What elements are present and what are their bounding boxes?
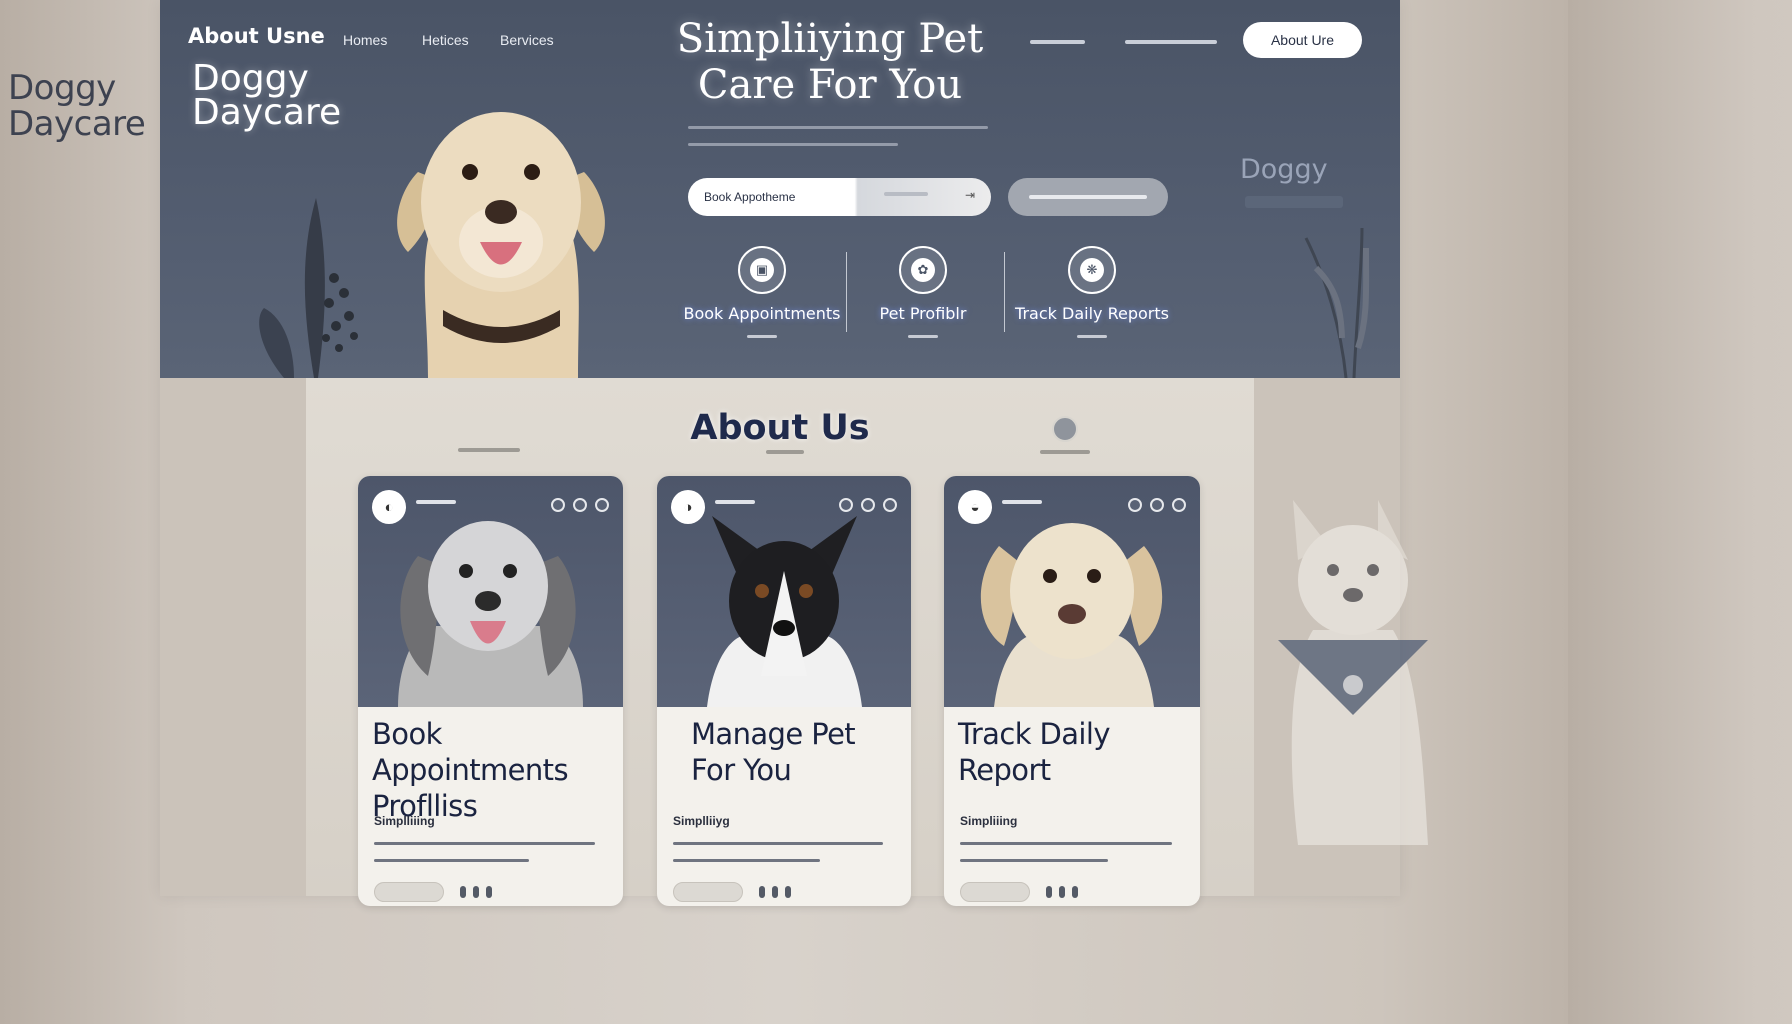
card-title: Book Appointments Proflliss — [372, 716, 613, 824]
nav-services-link[interactable]: Bervices — [500, 32, 554, 48]
about-section: About Us ◐ Book Appointments Proflliss S… — [306, 378, 1254, 906]
sitting-dog-illustration — [1278, 500, 1428, 845]
action-icon — [1172, 498, 1186, 512]
card-pill-button[interactable] — [374, 882, 444, 902]
secondary-pill-button[interactable] — [1008, 178, 1168, 216]
action-icon — [883, 498, 897, 512]
nav-meta-1[interactable] — [1030, 40, 1085, 44]
feature-book-appointments[interactable]: ▣ Book Appointments — [682, 246, 842, 338]
card-title-line1: Manage Pet — [691, 717, 856, 751]
nav-brand[interactable]: About Usne — [188, 24, 325, 48]
feature-label: Book Appointments — [683, 304, 841, 323]
ghost-brand: Doggy — [1240, 154, 1328, 185]
action-icon — [551, 498, 565, 512]
feature-label: Pet Profiblr — [879, 304, 967, 323]
card-pill-button[interactable] — [960, 882, 1030, 902]
about-note-right — [1040, 450, 1090, 454]
paw-icon: ✿ — [899, 246, 947, 294]
hero-brand: Doggy Daycare — [192, 58, 342, 133]
plant-decor-icon — [1304, 228, 1370, 378]
about-note-center — [766, 450, 804, 454]
card-title-line2: For You — [691, 753, 792, 787]
calendar-paw-icon: ▣ — [738, 246, 786, 294]
action-icon — [839, 498, 853, 512]
card-title-line2: Report — [958, 753, 1051, 787]
hero-title-line1: Simpliiying Pet — [676, 16, 984, 62]
card-title: Manage Pet For You — [691, 716, 901, 788]
action-icon — [861, 498, 875, 512]
card-body: Simplliiing — [374, 814, 595, 862]
nav-home-link[interactable]: Homes — [343, 32, 387, 48]
card-dots — [1046, 886, 1078, 898]
card-book-appointments[interactable]: ◐ Book Appointments Proflliss Simplliiin… — [358, 476, 623, 906]
hero-title-line2: Care For You — [697, 62, 963, 108]
side-brand-line1: Doggy — [8, 68, 116, 108]
action-icon — [573, 498, 587, 512]
hero-title: Simpliiying Pet Care For You — [640, 16, 1020, 108]
card-actions[interactable] — [1128, 498, 1186, 512]
about-title: About Us — [690, 408, 870, 448]
golden-retriever-photo — [397, 112, 605, 378]
hero-brand-line1: Doggy — [192, 58, 309, 99]
report-icon: ❋ — [1068, 246, 1116, 294]
feature-label: Track Daily Reports — [1015, 304, 1169, 323]
nav-link-2[interactable]: Hetices — [422, 32, 469, 48]
page-frame: About Usne Homes Hetices Bervices Doggy … — [160, 0, 1400, 906]
book-appointment-pill[interactable]: Book Appotheme ⇥ — [688, 178, 991, 216]
action-icon — [1128, 498, 1142, 512]
badge-icon[interactable] — [1052, 416, 1078, 442]
card-lead: Simplliiing — [374, 814, 435, 828]
action-icon — [595, 498, 609, 512]
arrow-icon: ⇥ — [964, 188, 975, 202]
card-title-line1: Book Appointments — [372, 717, 569, 787]
card-body: Simpliiing — [960, 814, 1172, 862]
card-lead: Simpliiing — [960, 814, 1018, 828]
card-body: Simplliiyg — [673, 814, 883, 862]
card-title: Track Daily Report — [958, 716, 1190, 788]
side-brand: Doggy Daycare — [8, 68, 146, 144]
feature-pet-profile[interactable]: ✿ Pet Profiblr — [843, 246, 1003, 338]
card-track-daily[interactable]: ◒ Track Daily Report Simpliiing — [944, 476, 1200, 906]
avatar[interactable]: ◐ — [372, 490, 406, 524]
book-pill-placeholder — [884, 192, 928, 196]
side-brand-line2: Daycare — [8, 104, 146, 144]
card-dots — [460, 886, 492, 898]
card-pill-button[interactable] — [673, 882, 743, 902]
avatar[interactable]: ◑ — [671, 490, 705, 524]
card-title-line1: Track Daily — [958, 717, 1110, 751]
ghost-brand-sub — [1245, 196, 1343, 208]
feature-divider — [1004, 252, 1005, 332]
nav-meta-2[interactable] — [1125, 40, 1217, 44]
card-actions[interactable] — [551, 498, 609, 512]
leaf-decor-icon — [259, 198, 358, 378]
book-pill-label: Book Appotheme — [704, 190, 796, 204]
feature-track-reports[interactable]: ❋ Track Daily Reports — [1012, 246, 1172, 338]
hero-brand-line2: Daycare — [192, 92, 342, 133]
card-username — [416, 500, 456, 504]
about-note-left — [458, 448, 520, 452]
card-actions[interactable] — [839, 498, 897, 512]
card-dots — [759, 886, 791, 898]
card-manage-pet[interactable]: ◑ Manage Pet For You Simplliiyg — [657, 476, 911, 906]
card-username — [1002, 500, 1042, 504]
action-icon — [1150, 498, 1164, 512]
card-lead: Simplliiyg — [673, 814, 730, 828]
card-username — [715, 500, 755, 504]
about-us-button[interactable]: About Ure — [1243, 22, 1362, 58]
avatar[interactable]: ◒ — [958, 490, 992, 524]
hero-subtitle-placeholder — [688, 126, 988, 150]
hero-section: About Usne Homes Hetices Bervices Doggy … — [160, 0, 1400, 378]
